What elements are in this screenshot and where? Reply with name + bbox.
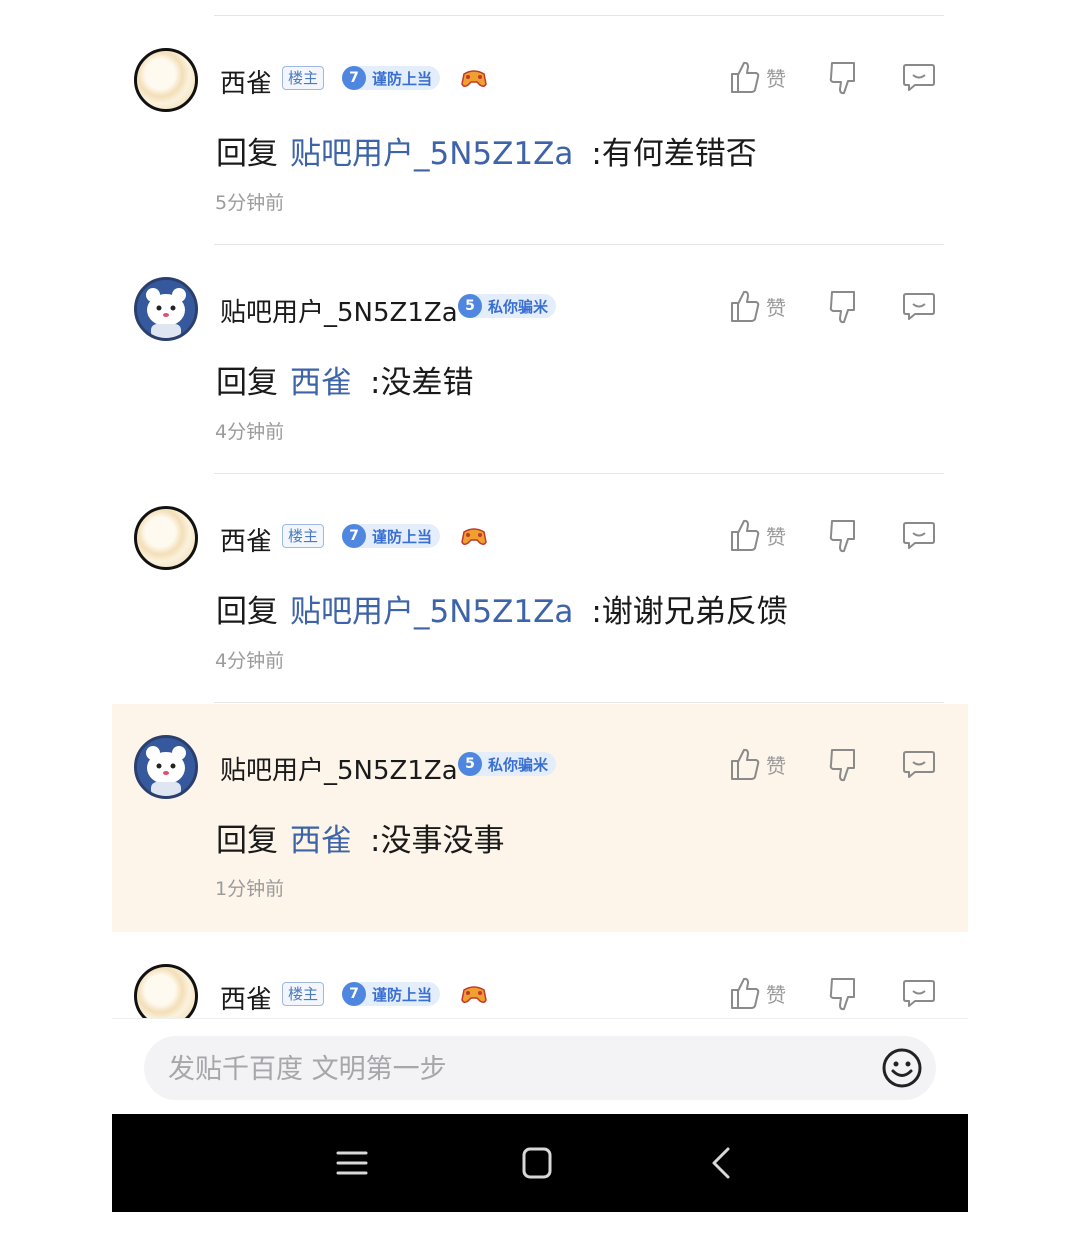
comment-text: 回复 西雀 :没差错 xyxy=(216,357,473,402)
reply-target-link[interactable]: 贴吧用户_5N5Z1Za xyxy=(290,136,573,172)
thumbs-down-icon[interactable] xyxy=(828,976,858,1012)
reply-target-link[interactable]: 西雀 xyxy=(290,823,352,859)
thumbs-up-icon xyxy=(731,519,760,551)
avatar[interactable] xyxy=(134,277,198,341)
reply-bubble-icon[interactable] xyxy=(902,748,936,780)
comment-item[interactable]: 贴吧用户_5N5Z1Za 5 私你骗米 赞 回复 西雀 :没差错 4分钟前 xyxy=(112,259,968,473)
gamepad-badge-icon xyxy=(461,528,487,546)
reply-prefix: 回复 xyxy=(216,594,278,630)
comment-content: :没差错 xyxy=(370,365,474,401)
author-name[interactable]: 西雀 xyxy=(220,63,272,100)
level-badge[interactable]: 5 私你骗米 xyxy=(458,752,557,776)
thumbs-up-icon xyxy=(731,61,760,93)
reply-target-link[interactable]: 贴吧用户_5N5Z1Za xyxy=(290,594,573,630)
author-name[interactable]: 贴吧用户_5N5Z1Za xyxy=(220,750,458,787)
op-badge: 楼主 xyxy=(282,982,325,1006)
comment-content: :谢谢兄弟反馈 xyxy=(591,594,788,630)
reply-bubble-icon[interactable] xyxy=(902,290,936,322)
avatar[interactable] xyxy=(134,964,198,1018)
timestamp: 5分钟前 xyxy=(215,192,285,214)
comment-content: :有何差错否 xyxy=(591,136,757,172)
like-button[interactable]: 赞 xyxy=(730,747,786,781)
thumbs-down-icon[interactable] xyxy=(828,60,858,96)
thumbs-up-icon xyxy=(731,748,760,780)
avatar[interactable] xyxy=(134,735,198,799)
polar-bear-avatar-icon xyxy=(137,738,195,796)
author-name[interactable]: 西雀 xyxy=(220,521,272,558)
like-label: 赞 xyxy=(766,524,786,549)
level-badge[interactable]: 5 私你骗米 xyxy=(458,294,557,318)
like-label: 赞 xyxy=(766,753,786,778)
timestamp: 4分钟前 xyxy=(215,421,285,443)
reply-bubble-icon[interactable] xyxy=(902,519,936,551)
timestamp: 1分钟前 xyxy=(215,878,285,900)
level-title: 谨防上当 xyxy=(372,69,433,88)
like-button[interactable]: 赞 xyxy=(730,60,786,94)
level-title: 私你骗米 xyxy=(488,297,549,316)
reply-prefix: 回复 xyxy=(216,365,278,401)
level-title: 谨防上当 xyxy=(372,527,433,546)
author-name[interactable]: 西雀 xyxy=(220,979,272,1016)
op-badge: 楼主 xyxy=(282,66,325,90)
thumbs-down-icon[interactable] xyxy=(828,518,858,554)
divider xyxy=(214,244,944,245)
level-number: 5 xyxy=(458,294,482,318)
level-title: 谨防上当 xyxy=(372,985,433,1004)
reply-input-bar[interactable] xyxy=(144,1036,936,1102)
level-badge[interactable]: 7 谨防上当 xyxy=(342,982,441,1006)
emoji-icon[interactable] xyxy=(880,1046,924,1090)
thumbs-down-icon[interactable] xyxy=(828,747,858,783)
input-area-divider xyxy=(112,1018,968,1019)
polar-bear-avatar-icon xyxy=(137,280,195,338)
comment-thread-panel: 西雀 楼主 7 谨防上当 赞 回复 贴吧用户_5N5Z1Za:有何差错否 5分钟前 xyxy=(112,0,968,1212)
divider xyxy=(214,473,944,474)
divider xyxy=(214,702,944,703)
gamepad-badge-icon xyxy=(461,986,487,1004)
like-label: 赞 xyxy=(766,66,786,91)
like-button[interactable]: 赞 xyxy=(730,976,786,1010)
thumbs-up-icon xyxy=(731,977,760,1009)
comment-item[interactable]: 西雀 楼主 7 谨防上当 赞 回复 贴吧用户_5N5Z1Za :谢谢兄弟反馈 4分钟… xyxy=(112,488,968,702)
author-name[interactable]: 贴吧用户_5N5Z1Za xyxy=(220,292,458,329)
like-button[interactable]: 赞 xyxy=(730,518,786,552)
thumbs-down-icon[interactable] xyxy=(828,289,858,325)
reply-prefix: 回复 xyxy=(216,823,278,859)
reply-bubble-icon[interactable] xyxy=(902,61,936,93)
level-badge[interactable]: 7 谨防上当 xyxy=(342,524,441,548)
comment-text: 回复 西雀 :没事没事 xyxy=(216,815,504,860)
reply-bubble-icon[interactable] xyxy=(902,977,936,1009)
level-number: 7 xyxy=(342,524,366,548)
reply-input[interactable] xyxy=(166,1036,860,1102)
like-label: 赞 xyxy=(766,295,786,320)
like-label: 赞 xyxy=(766,982,786,1007)
timestamp: 4分钟前 xyxy=(215,650,285,672)
op-badge: 楼主 xyxy=(282,524,325,548)
comment-item[interactable]: 西雀 楼主 7 谨防上当 赞 回复 贴吧用户_5N5Z1Za :有何差错否 5分钟前 xyxy=(112,30,968,244)
comment-item-highlighted[interactable]: 贴吧用户_5N5Z1Za 5 私你骗米 赞 回复 西雀 :没事没事 1分钟前 xyxy=(112,704,968,932)
comment-text: 回复 贴吧用户_5N5Z1Za :谢谢兄弟反馈 xyxy=(216,586,788,631)
system-navigation-bar xyxy=(112,1114,968,1212)
menu-icon[interactable] xyxy=(332,1143,372,1183)
level-badge[interactable]: 7 谨防上当 xyxy=(342,66,441,90)
reply-target-link[interactable]: 西雀 xyxy=(290,365,352,401)
avatar[interactable] xyxy=(134,506,198,570)
level-number: 5 xyxy=(458,752,482,776)
back-icon[interactable] xyxy=(702,1143,742,1183)
gamepad-badge-icon xyxy=(461,70,487,88)
home-icon[interactable] xyxy=(517,1143,557,1183)
comment-content: :没事没事 xyxy=(370,823,505,859)
avatar[interactable] xyxy=(134,48,198,112)
level-title: 私你骗米 xyxy=(488,755,549,774)
level-number: 7 xyxy=(342,982,366,1006)
level-number: 7 xyxy=(342,66,366,90)
divider xyxy=(214,15,944,16)
like-button[interactable]: 赞 xyxy=(730,289,786,323)
reply-prefix: 回复 xyxy=(216,136,278,172)
comment-text: 回复 贴吧用户_5N5Z1Za :有何差错否 xyxy=(216,128,757,173)
comment-item[interactable]: 西雀 楼主 7 谨防上当 赞 xyxy=(112,946,968,1018)
thumbs-up-icon xyxy=(731,290,760,322)
